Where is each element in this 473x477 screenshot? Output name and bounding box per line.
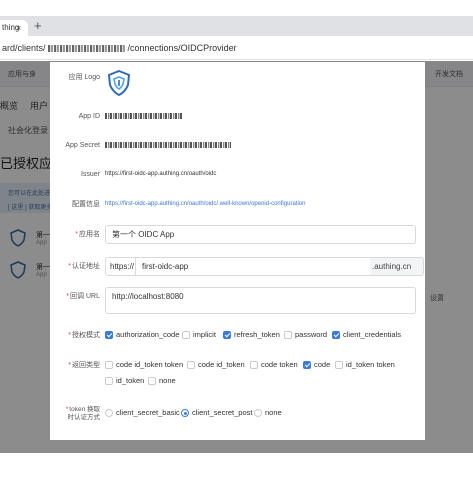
url-suffix: /connections/OIDCProvider: [127, 43, 237, 53]
checkbox-icon[interactable]: [250, 361, 258, 369]
url-obscured: [47, 45, 126, 53]
app-id-row: App ID: [50, 112, 425, 122]
app-name-input[interactable]: 第一个 OIDC App: [105, 225, 416, 244]
checkbox-checked-icon[interactable]: [303, 361, 311, 369]
page-bottom-margin: [0, 453, 473, 477]
app-secret-row: App Secret: [50, 141, 425, 151]
auth-domain-prefix: https://: [105, 257, 135, 276]
browser-tab-strip: thing × +: [0, 16, 473, 36]
grant-types-label: *授权模式: [68, 332, 100, 339]
grant-types-row: *授权模式 authorization_code implicit refres…: [50, 330, 425, 342]
app-id-value-obscured[interactable]: [105, 112, 183, 121]
config-row: 配置信息 https://first-oidc-app.authing.cn/o…: [50, 200, 425, 210]
checkbox-icon[interactable]: [284, 331, 292, 339]
app-secret-value-obscured[interactable]: [105, 141, 231, 150]
radio-selected-icon[interactable]: [181, 409, 189, 417]
checkbox-checked-icon[interactable]: [332, 331, 340, 339]
issuer-label: Issuer: [80, 171, 100, 178]
url-prefix: ard/clients/: [2, 43, 46, 53]
checkbox-checked-icon[interactable]: [223, 331, 231, 339]
checkbox-icon[interactable]: [148, 377, 156, 385]
browser-tab[interactable]: thing ×: [0, 20, 28, 36]
checkbox-checked-icon[interactable]: [105, 331, 113, 339]
logo-row: 应用 Logo: [50, 68, 425, 98]
url-text: ard/clients/ /connections/OIDCProvider: [2, 41, 237, 55]
oidc-provider-modal: 应用 Logo App ID App Secret Issuer https:/…: [50, 62, 425, 440]
app-name-label: *应用名: [75, 231, 100, 238]
issuer-row: Issuer https://first-oidc-app.authing.cn…: [50, 170, 425, 180]
logo-label: 应用 Logo: [68, 74, 100, 81]
address-bar[interactable]: ard/clients/ /connections/OIDCProvider: [0, 36, 473, 60]
callback-label: *回调 URL: [66, 293, 100, 300]
response-types-label: *返回类型: [68, 362, 100, 369]
new-tab-icon[interactable]: +: [34, 19, 42, 33]
radio-icon[interactable]: [105, 409, 113, 417]
config-label: 配置信息: [72, 201, 100, 208]
issuer-value: https://first-oidc-app.authing.cn/oauth/…: [105, 171, 217, 177]
auth-domain-suffix: .authing.cn: [370, 257, 424, 276]
auth-domain-row: *认证地址 https:// first-oidc-app .authing.c…: [50, 257, 425, 276]
callback-url-textarea[interactable]: http://localhost:8080: [105, 287, 416, 314]
config-link[interactable]: https://first-oidc-app.authing.cn/oauth/…: [105, 200, 305, 209]
app-name-row: *应用名 第一个 OIDC App: [50, 225, 425, 244]
auth-domain-input[interactable]: first-oidc-app: [135, 257, 371, 276]
shield-logo-icon[interactable]: [107, 70, 131, 96]
callback-row: *回调 URL http://localhost:8080: [50, 287, 425, 315]
app-secret-label: App Secret: [65, 142, 100, 149]
radio-icon[interactable]: [254, 409, 262, 417]
token-auth-row: *token 换取 时认证方式 client_secret_basic clien…: [50, 406, 425, 426]
token-auth-label: *token 换取 时认证方式: [65, 406, 100, 421]
checkbox-icon[interactable]: [187, 361, 195, 369]
checkbox-icon[interactable]: [335, 361, 343, 369]
app-id-label: App ID: [78, 113, 100, 120]
response-types-row: *返回类型 code id_token token code id_token …: [50, 360, 425, 390]
checkbox-icon[interactable]: [105, 377, 113, 385]
checkbox-icon[interactable]: [105, 361, 113, 369]
checkbox-icon[interactable]: [182, 331, 190, 339]
auth-domain-label: *认证地址: [68, 263, 100, 270]
close-icon[interactable]: ×: [16, 23, 21, 33]
